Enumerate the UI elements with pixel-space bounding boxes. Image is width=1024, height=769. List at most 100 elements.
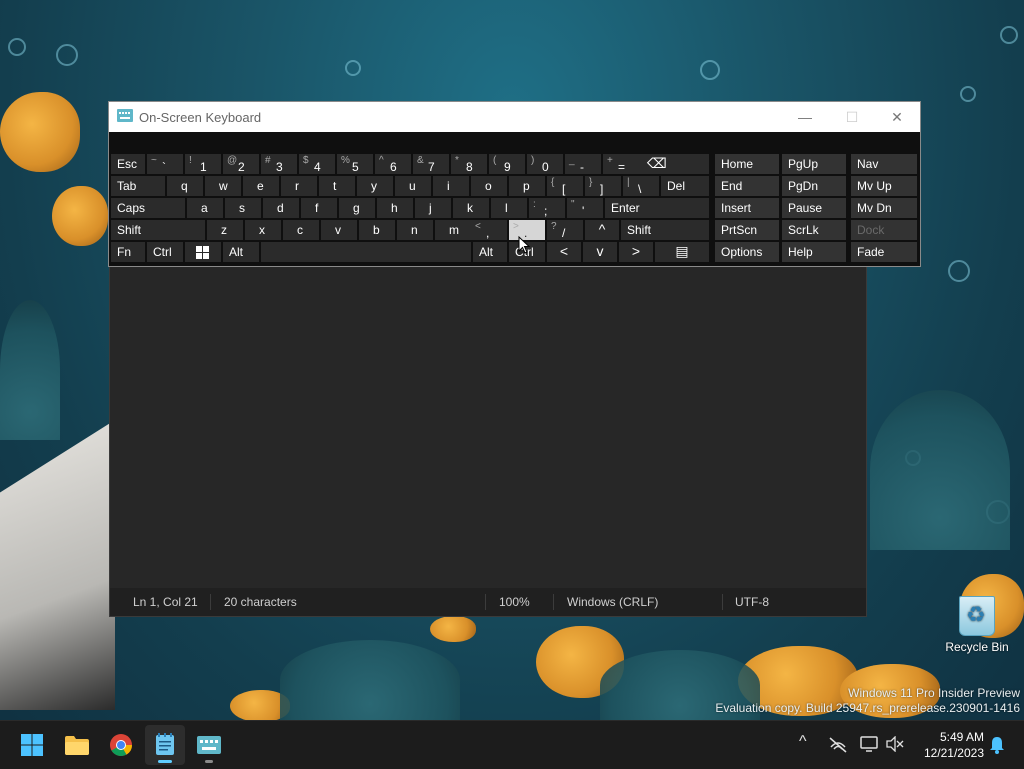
key-h[interactable]: h [377, 198, 413, 218]
key-pause[interactable]: Pause [782, 198, 846, 218]
status-line-ending[interactable]: Windows (CRLF) [567, 595, 658, 609]
network-disconnected-icon[interactable] [829, 737, 847, 753]
key-0[interactable]: ) 0 [527, 154, 563, 174]
tray-overflow-chevron-icon[interactable]: ^ [799, 733, 807, 751]
key-backslash[interactable]: | \ [623, 176, 659, 196]
key-1[interactable]: ! 1 [185, 154, 221, 174]
key-end[interactable]: End [715, 176, 779, 196]
key-j[interactable]: j [415, 198, 451, 218]
status-line-col[interactable]: Ln 1, Col 21 [133, 595, 198, 609]
key-2[interactable]: @2 [223, 154, 259, 174]
key-prtscn[interactable]: PrtScn [715, 220, 779, 240]
key-del[interactable]: Del [661, 176, 709, 196]
key-3[interactable]: #3 [261, 154, 297, 174]
key-o[interactable]: o [471, 176, 507, 196]
key-bracket-left[interactable]: {[ [547, 176, 583, 196]
key-help[interactable]: Help [782, 242, 846, 262]
key-nav[interactable]: Nav [851, 154, 917, 174]
key-windows[interactable] [185, 242, 221, 262]
key-p[interactable]: p [509, 176, 545, 196]
key-c[interactable]: c [283, 220, 319, 240]
osk-title-bar[interactable]: On-Screen Keyboard — ☐ ✕ [109, 102, 920, 132]
key-scrlk[interactable]: ScrLk [782, 220, 846, 240]
recycle-bin-shortcut[interactable]: Recycle Bin [942, 596, 1012, 654]
key-shift-right[interactable]: Shift [621, 220, 709, 240]
key-l[interactable]: l [491, 198, 527, 218]
key-7[interactable]: & 7 [413, 154, 449, 174]
key-backtick[interactable]: ~ ` [147, 154, 183, 174]
key-6[interactable]: ^ 6 [375, 154, 411, 174]
key-mvdn[interactable]: Mv Dn [851, 198, 917, 218]
speaker-muted-icon[interactable] [886, 736, 904, 752]
key-mvup[interactable]: Mv Up [851, 176, 917, 196]
key-fn[interactable]: Fn [111, 242, 145, 262]
key-z[interactable]: z [207, 220, 243, 240]
taskbar-on-screen-keyboard[interactable] [189, 725, 229, 765]
key-pgdn[interactable]: PgDn [782, 176, 846, 196]
status-encoding[interactable]: UTF-8 [735, 595, 769, 609]
key-q[interactable]: q [167, 176, 203, 196]
key-tab[interactable]: Tab [111, 176, 165, 196]
key-alt-left[interactable]: Alt [223, 242, 259, 262]
key-backspace[interactable]: ⌫ [639, 154, 709, 174]
taskbar-file-explorer[interactable] [57, 725, 97, 765]
taskbar-notepad[interactable] [145, 725, 185, 765]
key-home[interactable]: Home [715, 154, 779, 174]
key-m[interactable]: m [435, 220, 471, 240]
key-fade[interactable]: Fade [851, 242, 917, 262]
key-d[interactable]: d [263, 198, 299, 218]
key-u[interactable]: u [395, 176, 431, 196]
key-arrow-up[interactable]: ^ [585, 220, 619, 240]
key-i[interactable]: i [433, 176, 469, 196]
key-arrow-right[interactable]: > [619, 242, 653, 262]
key-b[interactable]: b [359, 220, 395, 240]
key-enter[interactable]: Enter [605, 198, 709, 218]
key-5[interactable]: % 5 [337, 154, 373, 174]
close-button[interactable]: ✕ [874, 102, 920, 132]
minimize-button[interactable]: — [782, 102, 828, 132]
key-n[interactable]: n [397, 220, 433, 240]
key-9[interactable]: (9 [489, 154, 525, 174]
key-t[interactable]: t [319, 176, 355, 196]
key-r[interactable]: r [281, 176, 317, 196]
key-g[interactable]: g [339, 198, 375, 218]
key-menu[interactable]: ▤ [655, 242, 709, 262]
key-8[interactable]: * 8 [451, 154, 487, 174]
key--[interactable]: _ - [565, 154, 601, 174]
key-slash[interactable]: ? / [547, 220, 583, 240]
notification-bell-icon[interactable] [989, 736, 1005, 754]
key-f[interactable]: f [301, 198, 337, 218]
display-icon[interactable] [860, 736, 878, 752]
key-bracket-right[interactable]: }] [585, 176, 621, 196]
key-caps[interactable]: Caps [111, 198, 185, 218]
key-options[interactable]: Options [715, 242, 779, 262]
key-esc[interactable]: Esc [111, 154, 145, 174]
key-v[interactable]: v [321, 220, 357, 240]
key-alt-right[interactable]: Alt [473, 242, 507, 262]
key-w[interactable]: w [205, 176, 241, 196]
key-e[interactable]: e [243, 176, 279, 196]
text-editor-area[interactable] [110, 262, 866, 588]
system-clock[interactable]: 5:49 AM 12/21/2023 [914, 729, 984, 761]
status-zoom[interactable]: 100% [499, 595, 530, 609]
key-y[interactable]: y [357, 176, 393, 196]
key-space[interactable] [261, 242, 471, 262]
maximize-button[interactable]: ☐ [829, 102, 875, 132]
key-arrow-left[interactable]: < [547, 242, 581, 262]
key-x[interactable]: x [245, 220, 281, 240]
key-semicolon[interactable]: :; [529, 198, 565, 218]
key-=[interactable]: + = [603, 154, 639, 174]
taskbar-chrome[interactable] [101, 725, 141, 765]
key-4[interactable]: $4 [299, 154, 335, 174]
key-arrow-down[interactable]: v [583, 242, 617, 262]
start-button[interactable] [12, 725, 52, 765]
key-shift-left[interactable]: Shift [111, 220, 205, 240]
key-comma[interactable]: <, [471, 220, 507, 240]
key-a[interactable]: a [187, 198, 223, 218]
key-insert[interactable]: Insert [715, 198, 779, 218]
key-quote[interactable]: " ' [567, 198, 603, 218]
key-ctrl-left[interactable]: Ctrl [147, 242, 183, 262]
key-k[interactable]: k [453, 198, 489, 218]
key-s[interactable]: s [225, 198, 261, 218]
key-pgup[interactable]: PgUp [782, 154, 846, 174]
